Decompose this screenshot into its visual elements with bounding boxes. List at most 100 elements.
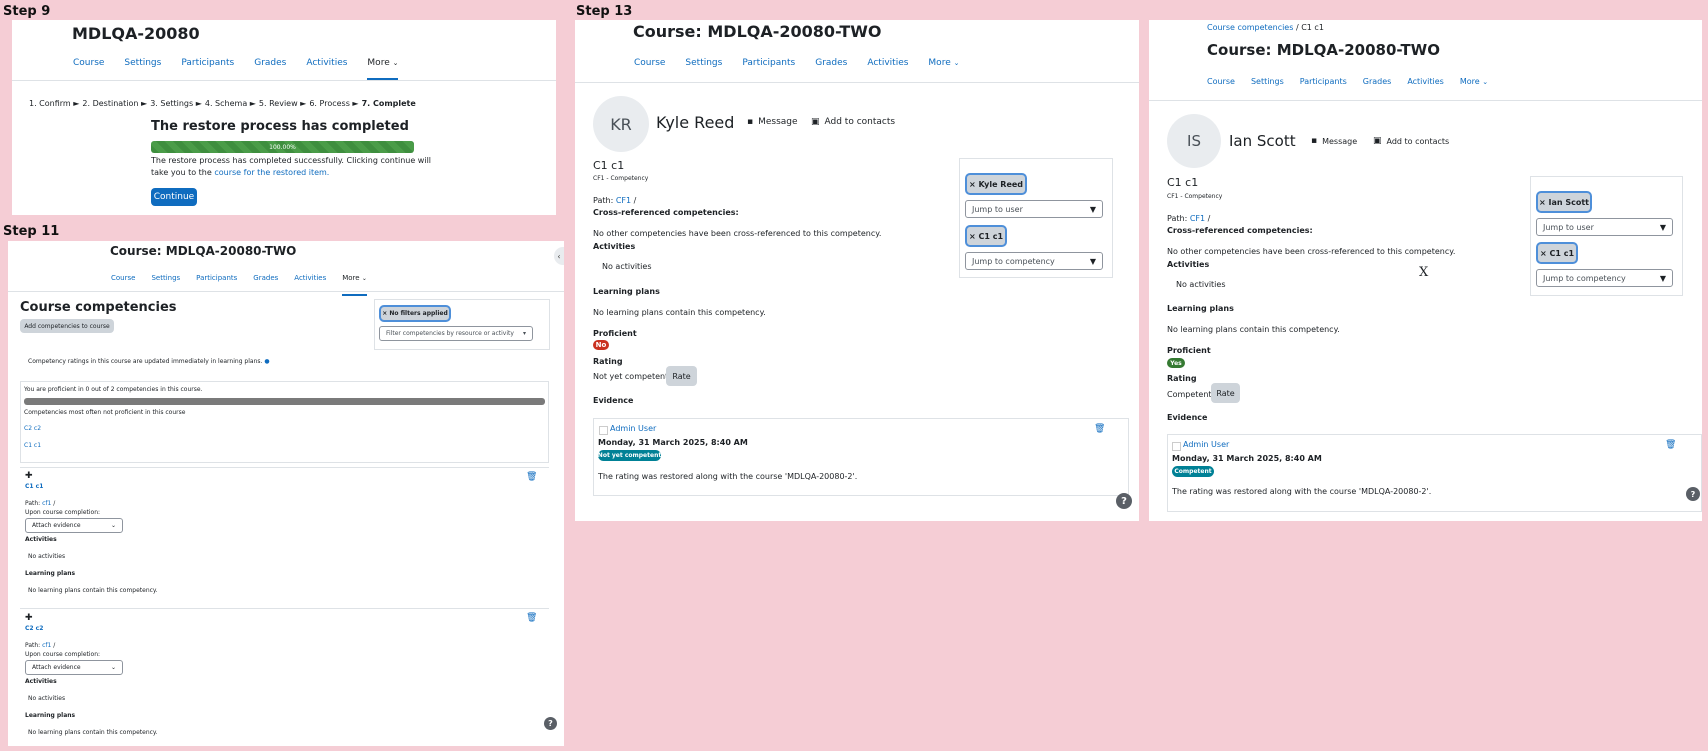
nav-grades[interactable]: Grades — [253, 274, 278, 296]
card-path: Path: cf1 / — [25, 642, 56, 649]
card-competency-name[interactable]: C1 c1 — [25, 483, 43, 490]
competency-name: C1 c1 — [593, 159, 625, 172]
upon-completion-select[interactable]: Attach evidence ⌄ — [25, 660, 123, 675]
competency-filter-pill[interactable]: × C1 c1 — [1536, 242, 1578, 264]
jump-to-user-select[interactable]: Jump to user ▼ — [1536, 218, 1673, 236]
competency-link-c1[interactable]: C1 c1 — [24, 442, 41, 449]
ratings-note: Competency ratings in this course are up… — [28, 358, 270, 365]
nav-participants[interactable]: Participants — [1300, 77, 1347, 86]
jump-to-user-select[interactable]: Jump to user ▼ — [965, 200, 1103, 218]
step-13b-panel: Course competencies / C1 c1 Course: MDLQ… — [1149, 20, 1702, 521]
jump-to-competency-select[interactable]: Jump to competency ▼ — [965, 252, 1103, 270]
nav-grades[interactable]: Grades — [254, 58, 286, 80]
no-cross-references: No other competencies have been cross-re… — [593, 229, 882, 238]
competency-link-c2[interactable]: C2 c2 — [24, 425, 41, 432]
nav-activities[interactable]: Activities — [1407, 77, 1444, 86]
nav-settings[interactable]: Settings — [124, 58, 161, 80]
add-competencies-button[interactable]: Add competencies to course — [20, 319, 114, 333]
nav-participants[interactable]: Participants — [742, 58, 795, 68]
nav-course[interactable]: Course — [1207, 77, 1235, 86]
info-icon[interactable]: ● — [264, 358, 269, 365]
jump-to-competency-select[interactable]: Jump to competency ▼ — [1536, 269, 1673, 287]
trash-icon[interactable]: 🗑 — [526, 613, 537, 623]
rate-button[interactable]: Rate — [1211, 383, 1240, 403]
nav-settings[interactable]: Settings — [1251, 77, 1284, 86]
message-link[interactable]: ▪ Message — [1311, 136, 1357, 146]
jump-to-competency-label: Jump to competency — [1543, 273, 1626, 283]
evidence-heading: Evidence — [1167, 413, 1208, 422]
no-activities: No activities — [28, 553, 66, 560]
path-link[interactable]: cf1 — [42, 500, 51, 507]
trash-icon[interactable]: 🗑 — [526, 472, 537, 482]
nav-more[interactable]: More ⌄ — [928, 58, 959, 68]
add-to-contacts-link[interactable]: ▣ Add to contacts — [1373, 136, 1449, 146]
breadcrumb-course-competencies[interactable]: Course competencies — [1207, 23, 1293, 32]
path-link[interactable]: cf1 — [42, 642, 51, 649]
evidence-date: Monday, 31 March 2025, 8:40 AM — [1172, 454, 1322, 463]
path-link[interactable]: CF1 — [1190, 214, 1205, 223]
message-icon: ▪ — [747, 117, 754, 127]
path-link[interactable]: CF1 — [616, 196, 631, 205]
nav-participants[interactable]: Participants — [181, 58, 234, 80]
learning-plans-heading: Learning plans — [25, 570, 76, 577]
nav-course[interactable]: Course — [73, 58, 104, 80]
continue-button[interactable]: Continue — [151, 188, 197, 206]
step-11-panel: Course: MDLQA-20080-TWO ‹ Course Setting… — [8, 241, 564, 746]
proficiency-summary-box — [20, 381, 549, 463]
user-picture-icon — [1172, 442, 1181, 451]
filter-competencies-select[interactable]: Filter competencies by resource or activ… — [379, 326, 533, 341]
card-competency-name[interactable]: C2 c2 — [25, 625, 43, 632]
trash-icon[interactable]: 🗑 — [1094, 424, 1105, 434]
add-to-contacts-link[interactable]: ▣ Add to contacts — [811, 117, 895, 127]
evidence-user-link[interactable]: Admin User — [610, 424, 656, 433]
course-title: MDLQA-20080 — [72, 24, 200, 43]
help-icon[interactable]: ? — [544, 717, 557, 730]
nav-settings[interactable]: Settings — [685, 58, 722, 68]
rate-button[interactable]: Rate — [666, 366, 697, 386]
evidence-user-link[interactable]: Admin User — [1183, 440, 1229, 449]
trash-icon[interactable]: 🗑 — [1665, 440, 1676, 450]
help-icon[interactable]: ? — [1686, 487, 1700, 501]
nav-more[interactable]: More ⌄ — [1460, 77, 1488, 86]
help-icon[interactable]: ? — [1116, 493, 1132, 509]
stage-process: 6. Process ► — [309, 99, 359, 108]
nav-grades[interactable]: Grades — [815, 58, 847, 68]
upon-completion-select[interactable]: Attach evidence ⌄ — [25, 518, 123, 533]
nav-activities[interactable]: Activities — [294, 274, 326, 296]
progress-label: 100.00% — [269, 143, 296, 151]
message-label: Message — [758, 117, 798, 127]
step-13-label: Step 13 — [576, 4, 633, 19]
nav-grades[interactable]: Grades — [1363, 77, 1392, 86]
evidence-badge: Competent — [1172, 466, 1214, 477]
no-filters-pill[interactable]: × No filters applied — [379, 305, 451, 322]
proficient-heading: Proficient — [593, 329, 637, 338]
restored-course-link[interactable]: course for the restored item. — [214, 168, 329, 177]
user-filter-pill[interactable]: × Ian Scott — [1536, 191, 1592, 213]
nav-settings[interactable]: Settings — [151, 274, 180, 296]
drawer-toggle-icon[interactable]: ‹ — [554, 247, 564, 265]
learning-plans-heading: Learning plans — [25, 712, 76, 719]
nav-activities[interactable]: Activities — [867, 58, 908, 68]
stray-x-mark: X — [1419, 265, 1429, 280]
no-cross-references: No other competencies have been cross-re… — [1167, 247, 1456, 256]
competency-filter-pill[interactable]: × C1 c1 — [965, 225, 1007, 247]
chevron-down-icon: ⌄ — [110, 664, 116, 671]
drag-handle-icon[interactable]: ✚ — [25, 471, 33, 481]
nav-more[interactable]: More ⌄ — [342, 274, 367, 296]
nav-course[interactable]: Course — [634, 58, 665, 68]
evidence-note: The rating was restored along with the c… — [598, 472, 858, 481]
ratings-note-text: Competency ratings in this course are up… — [28, 358, 263, 365]
drag-handle-icon[interactable]: ✚ — [25, 613, 33, 623]
jump-to-user-label: Jump to user — [1543, 222, 1594, 232]
filter-placeholder: Filter competencies by resource or activ… — [386, 330, 514, 337]
nav-participants[interactable]: Participants — [196, 274, 237, 296]
stage-schema: 4. Schema ► — [204, 99, 256, 108]
restore-message-line1: The restore process has completed succes… — [151, 156, 432, 165]
user-filter-pill[interactable]: × Kyle Reed — [965, 173, 1027, 195]
nav-activities[interactable]: Activities — [306, 58, 347, 80]
message-link[interactable]: ▪ Message — [747, 117, 798, 127]
nav-course[interactable]: Course — [111, 274, 135, 296]
path-label: Path: — [25, 500, 41, 507]
no-activities: No activities — [1176, 280, 1226, 289]
nav-more[interactable]: More ⌄ — [367, 58, 399, 80]
